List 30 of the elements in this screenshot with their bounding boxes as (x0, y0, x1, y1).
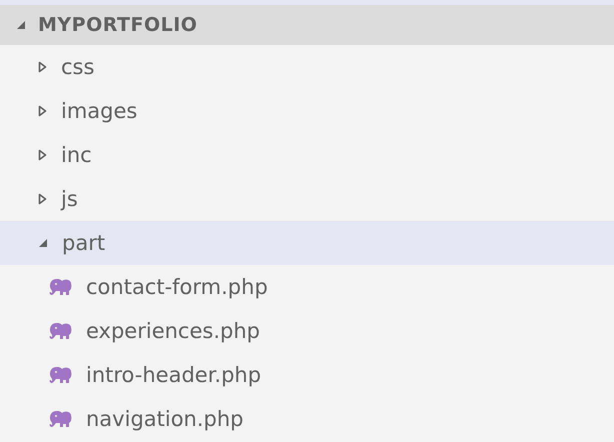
folder-name: js (61, 187, 78, 211)
collapsed-arrow-icon[interactable] (38, 61, 47, 73)
file-name: contact-form.php (86, 275, 268, 299)
folder-row[interactable]: inc (0, 133, 614, 177)
folder-row[interactable]: part (0, 221, 614, 265)
elephant-icon (48, 366, 72, 384)
elephant-icon (48, 278, 72, 296)
folder-row[interactable]: css (0, 45, 614, 89)
folder-row[interactable]: js (0, 177, 614, 221)
folder-name: css (61, 55, 94, 79)
elephant-icon (48, 410, 72, 428)
file-name: navigation.php (86, 407, 244, 431)
elephant-icon (48, 322, 72, 340)
folder-row[interactable]: images (0, 89, 614, 133)
collapsed-arrow-icon[interactable] (38, 149, 47, 161)
collapsed-arrow-icon[interactable] (38, 193, 47, 205)
folder-name: inc (61, 143, 92, 167)
explorer-header[interactable]: MYPORTFOLIO (0, 5, 614, 45)
expanded-arrow-icon[interactable] (16, 20, 26, 30)
file-row[interactable]: experiences.php (0, 309, 614, 353)
file-row[interactable]: navigation.php (0, 397, 614, 441)
expanded-arrow-icon[interactable] (38, 238, 48, 248)
file-row[interactable]: intro-header.php (0, 353, 614, 397)
collapsed-arrow-icon[interactable] (38, 105, 47, 117)
folder-name: images (61, 99, 138, 123)
project-title: MYPORTFOLIO (38, 14, 198, 36)
folder-name: part (62, 231, 106, 255)
file-name: intro-header.php (86, 363, 262, 387)
file-name: experiences.php (86, 319, 260, 343)
file-row[interactable]: contact-form.php (0, 265, 614, 309)
